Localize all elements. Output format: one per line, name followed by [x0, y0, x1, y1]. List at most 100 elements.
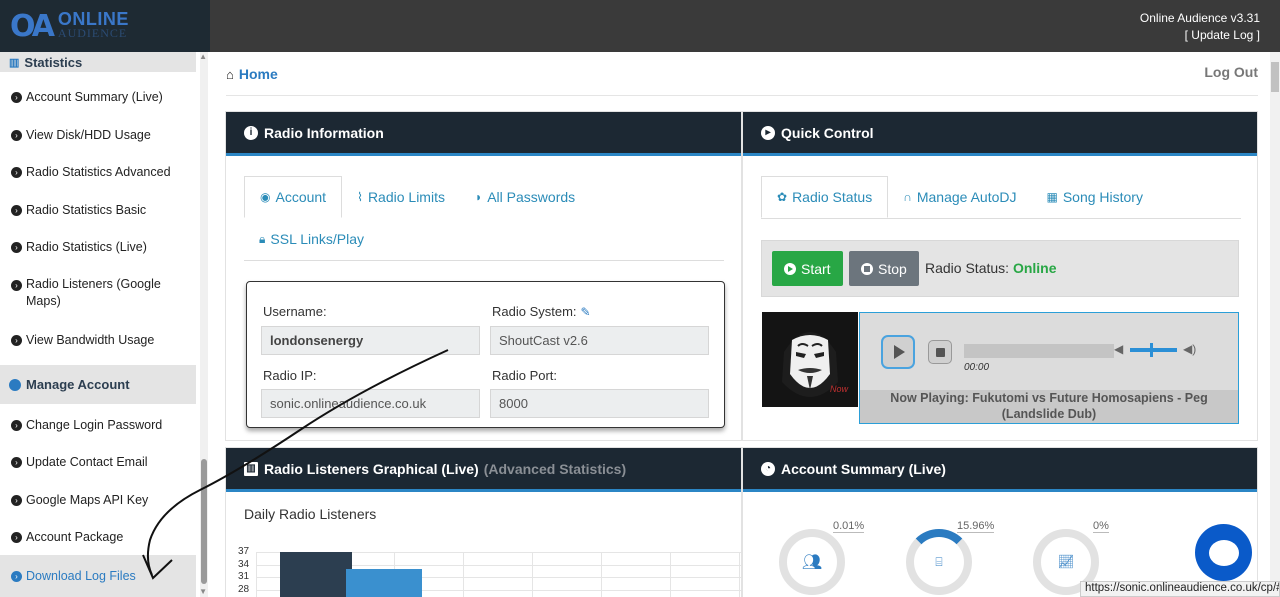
main-scrollbar[interactable] [1270, 52, 1280, 597]
breadcrumb-home[interactable]: Home [239, 66, 278, 82]
tab-song-history[interactable]: ▦ Song History [1031, 176, 1158, 218]
play-icon [784, 262, 796, 275]
tab-radio-limits[interactable]: ⌇ Radio Limits [342, 176, 460, 218]
gauge-value: 0.01% [833, 520, 865, 533]
sidebar-item-account-summary[interactable]: › Account Summary (Live) [0, 90, 196, 104]
start-label: Start [801, 260, 831, 277]
grid-line [532, 552, 533, 597]
chevron-right-icon: › [11, 92, 22, 103]
panel-header: ▸ Quick Control [743, 112, 1257, 156]
tab-label: Song History [1062, 189, 1143, 205]
quick-control-tabs: ✿ Radio Status ∩ Manage AutoDJ ▦ Song Histo… [761, 176, 1241, 218]
volume-slider[interactable] [1130, 348, 1177, 352]
chart-bar[interactable] [280, 552, 352, 597]
radio-port-field[interactable]: 8000 [490, 389, 709, 418]
grid-line [601, 552, 602, 597]
sidebar-section-statistics[interactable]: ▥ Statistics [0, 52, 196, 72]
breadcrumb[interactable]: ⌂ Home [226, 66, 278, 82]
stop-button[interactable]: Stop [849, 251, 919, 286]
panel-subtitle: (Advanced Statistics) [483, 460, 627, 477]
version-label: Online Audience v3.31 [1139, 11, 1260, 25]
tab-account[interactable]: ◉ Account [244, 176, 343, 218]
start-button[interactable]: Start [772, 251, 843, 286]
sidebar-section-manage-account[interactable]: Manage Account [0, 365, 196, 404]
tab-label: Radio Status [792, 189, 873, 205]
line-chart-icon: ⌇ [357, 190, 363, 204]
chevron-right-icon: › [11, 457, 22, 468]
logo-text: ONLINE AUDIENCE [58, 10, 129, 40]
tab-divider [761, 218, 1241, 219]
sidebar-section-label: Statistics [24, 54, 83, 70]
sidebar-item-listeners-maps[interactable]: › Radio Listeners (Google Maps) [0, 277, 196, 310]
cover-text: Now [830, 384, 849, 394]
volume-handle[interactable] [1150, 343, 1153, 357]
sidebar-item-change-password[interactable]: › Change Login Password [0, 418, 196, 432]
quick-control-panel: ▸ Quick Control ✿ Radio Status ∩ Manage Au… [742, 111, 1258, 441]
scroll-up-icon[interactable]: ▲ [199, 52, 207, 61]
sidebar-item-stats-live[interactable]: › Radio Statistics (Live) [0, 240, 196, 254]
play-button[interactable] [881, 335, 915, 369]
stop-label: Stop [878, 260, 907, 277]
chat-icon [1208, 539, 1239, 566]
status-bar-url: https://sonic.onlineaudience.co.uk/cp/# [1080, 581, 1280, 597]
volume-max-icon[interactable]: ◀) [1183, 342, 1196, 356]
user-circle-icon [9, 378, 21, 391]
sidebar-item-bandwidth[interactable]: › View Bandwidth Usage [0, 333, 196, 347]
y-tick-label: 31 [238, 571, 250, 583]
listeners-gauge: 👥︎ [779, 529, 845, 595]
update-log-link[interactable]: [ Update Log ] [1140, 27, 1260, 44]
seek-bar[interactable] [964, 344, 1114, 358]
chat-button[interactable] [1195, 524, 1252, 581]
lock-icon: 🔒︎ [259, 231, 266, 246]
username-field[interactable]: londonsenergy [261, 326, 480, 355]
top-bar: OA ONLINE AUDIENCE Online Audience v3.31… [0, 0, 1280, 52]
shield-icon: ◗ [474, 190, 483, 204]
panel-title: Quick Control [781, 124, 874, 141]
account-details-box: Username: londonsenergy Radio System: ✎ … [246, 281, 725, 428]
logo[interactable]: OA ONLINE AUDIENCE [0, 0, 210, 52]
chevron-right-icon: › [11, 280, 22, 291]
tab-radio-status[interactable]: ✿ Radio Status [761, 176, 889, 218]
y-tick-label: 37 [238, 546, 250, 557]
headphones-icon: ∩ [903, 190, 912, 204]
sidebar-item-contact-email[interactable]: › Update Contact Email [0, 455, 196, 469]
main-scroll-thumb[interactable] [1271, 62, 1279, 92]
sidebar-item-label: Radio Listeners (Google Maps) [26, 277, 161, 308]
panel-header: i Radio Information [226, 112, 741, 156]
tab-manage-autodj[interactable]: ∩ Manage AutoDJ [888, 176, 1031, 218]
chart-bar[interactable] [346, 568, 422, 597]
pencil-icon[interactable]: ✎ [581, 305, 591, 319]
sidebar-item-label: Radio Statistics (Live) [26, 240, 147, 254]
chevron-right-icon: › [11, 495, 22, 506]
sidebar-scroll-thumb[interactable] [201, 459, 207, 584]
sidebar-item-account-package[interactable]: › Account Package [0, 530, 196, 544]
radio-ip-field[interactable]: sonic.onlineaudience.co.uk [261, 389, 480, 418]
mute-icon[interactable]: ◀ [1114, 342, 1123, 356]
now-playing: Now Playing: Fukutomi vs Future Homosapi… [860, 390, 1238, 423]
radio-status: Radio Status: Online [925, 260, 1057, 276]
player-stop-button[interactable] [928, 340, 952, 364]
user-circle-icon: ◉ [260, 190, 271, 204]
chart-icon: 📈︎ [1057, 554, 1075, 569]
radio-status-value: Online [1012, 260, 1057, 276]
sidebar-item-stats-basic[interactable]: › Radio Statistics Basic [0, 203, 196, 217]
logo-mark: OA [10, 8, 55, 44]
sidebar-item-label: Update Contact Email [26, 455, 148, 469]
tab-all-passwords[interactable]: ◗ All Passwords [460, 176, 590, 218]
tab-ssl-links[interactable]: 🔒︎ SSL Links/Play [244, 218, 379, 260]
sidebar-item-disk-usage[interactable]: › View Disk/HDD Usage [0, 128, 196, 142]
grid-line [463, 552, 464, 597]
sidebar-item-maps-api-key[interactable]: › Google Maps API Key [0, 493, 196, 507]
calendar-icon: ▦ [1046, 190, 1058, 204]
account-summary-panel: ◔ Account Summary (Live) 0.01% 👥︎ 15.96%… [742, 447, 1258, 597]
chevron-right-icon: › [11, 130, 22, 141]
sidebar-item-stats-advanced[interactable]: › Radio Statistics Advanced [0, 165, 196, 179]
gauge-value: 0% [1093, 520, 1109, 533]
sidebar-item-download-logs[interactable]: › Download Log Files [0, 555, 196, 597]
listeners-graph-panel: ▥ Radio Listeners Graphical (Live) (Adva… [225, 447, 742, 597]
chevron-right-icon: › [11, 335, 22, 346]
radio-system-field[interactable]: ShoutCast v2.6 [490, 326, 709, 355]
logout-link[interactable]: Log Out [1204, 64, 1258, 80]
scroll-down-icon[interactable]: ▼ [199, 587, 207, 596]
sidebar-item-label: Download Log Files [26, 569, 136, 583]
